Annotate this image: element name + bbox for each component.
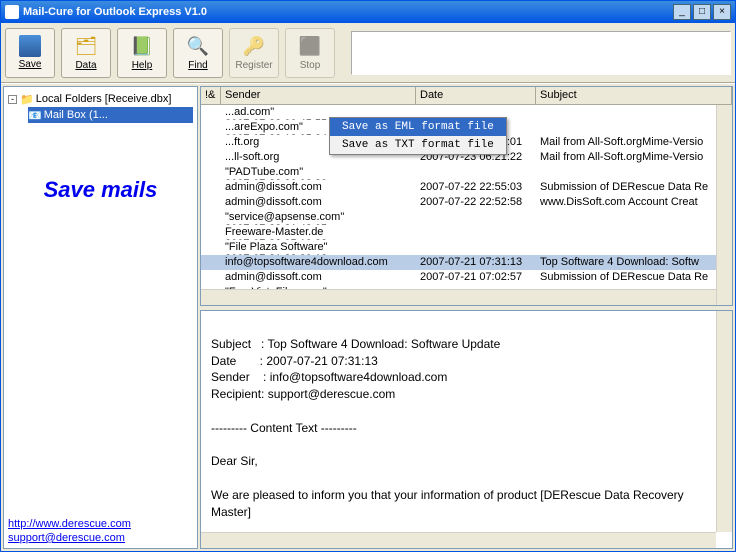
register-button: 🔑 Register — [229, 28, 279, 78]
titlebar[interactable]: Mail-Cure for Outlook Express V1.0 _ □ × — [1, 1, 735, 23]
col-date[interactable]: Date — [416, 87, 536, 104]
data-button[interactable]: 🗂 Data — [61, 28, 111, 78]
sidebar-message: Save mails — [4, 177, 197, 203]
table-row[interactable]: "FreeVistaFiles.com" 2007-07-21 13:52:19… — [201, 285, 732, 289]
mailbox-icon: 📧 — [28, 109, 42, 122]
help-icon: 📗 — [130, 34, 154, 58]
help-button[interactable]: 📗 Help — [117, 28, 167, 78]
list-scrollbar-v[interactable] — [716, 105, 732, 305]
table-row[interactable]: admin@dissoft.com2007-07-22 22:55:03Subm… — [201, 180, 732, 195]
list-scrollbar-h[interactable] — [201, 289, 732, 305]
context-menu: Save as EML format file Save as TXT form… — [329, 117, 507, 155]
find-button[interactable]: 🔍 Find — [173, 28, 223, 78]
list-header: !& Sender Date Subject — [201, 87, 732, 105]
progress-area — [351, 31, 731, 75]
preview-scrollbar-v[interactable] — [716, 311, 732, 532]
table-row[interactable]: admin@dissoft.com2007-07-22 22:52:58www.… — [201, 195, 732, 210]
table-row[interactable]: Freeware-Master.de 2007-07-22 05:19:23Si… — [201, 225, 732, 240]
col-sender[interactable]: Sender — [221, 87, 416, 104]
list-body[interactable]: ...ad.com" 2007-07-23 00:45:55Your DERes… — [201, 105, 732, 289]
preview-pane: Subject : Top Software 4 Download: Softw… — [200, 310, 733, 549]
folder-icon: 📁 — [20, 93, 34, 106]
collapse-icon[interactable]: - — [8, 95, 17, 104]
table-row[interactable]: info@topsoftware4download.com2007-07-21 … — [201, 255, 732, 270]
mail-list: !& Sender Date Subject ...ad.com" 2007-0… — [200, 86, 733, 306]
table-row[interactable]: "PADTube.com" 2007-07-22 20:08:30New Pro… — [201, 165, 732, 180]
app-window: Mail-Cure for Outlook Express V1.0 _ □ ×… — [0, 0, 736, 552]
data-icon: 🗂 — [74, 34, 98, 58]
maximize-button[interactable]: □ — [693, 4, 711, 20]
folder-tree: - 📁 Local Folders [Receive.dbx] 📧 Mail B… — [4, 87, 197, 127]
table-row[interactable]: "service@apsense.com" 2007-07-22 21:48:0… — [201, 210, 732, 225]
table-row[interactable]: admin@dissoft.com2007-07-21 07:02:57Subm… — [201, 270, 732, 285]
sidebar-links: http://www.derescue.com support@derescue… — [4, 512, 197, 548]
sidebar: - 📁 Local Folders [Receive.dbx] 📧 Mail B… — [3, 86, 198, 549]
website-link[interactable]: http://www.derescue.com — [8, 518, 193, 530]
save-button[interactable]: Save — [5, 28, 55, 78]
col-subject[interactable]: Subject — [536, 87, 732, 104]
tree-root[interactable]: - 📁 Local Folders [Receive.dbx] — [8, 91, 193, 107]
find-icon: 🔍 — [186, 34, 210, 58]
col-icon[interactable]: !& — [201, 87, 221, 104]
preview-scrollbar-h[interactable] — [201, 532, 716, 548]
window-title: Mail-Cure for Outlook Express V1.0 — [23, 6, 673, 18]
tree-mailbox[interactable]: 📧 Mail Box (1... — [28, 107, 193, 123]
register-icon: 🔑 — [242, 34, 266, 58]
stop-icon: ⬛ — [298, 34, 322, 58]
stop-button: ⬛ Stop — [285, 28, 335, 78]
save-icon — [19, 35, 41, 57]
minimize-button[interactable]: _ — [673, 4, 691, 20]
table-row[interactable]: "File Plaza Software" 2007-07-21 22:39:1… — [201, 240, 732, 255]
close-button[interactable]: × — [713, 4, 731, 20]
toolbar: Save 🗂 Data 📗 Help 🔍 Find 🔑 Register ⬛ S… — [1, 23, 735, 83]
save-txt-menuitem[interactable]: Save as TXT format file — [330, 136, 506, 154]
app-icon — [5, 5, 19, 19]
save-eml-menuitem[interactable]: Save as EML format file — [330, 118, 506, 136]
main-panel: !& Sender Date Subject ...ad.com" 2007-0… — [200, 86, 733, 549]
support-email-link[interactable]: support@derescue.com — [8, 532, 193, 544]
content-area: - 📁 Local Folders [Receive.dbx] 📧 Mail B… — [1, 83, 735, 551]
